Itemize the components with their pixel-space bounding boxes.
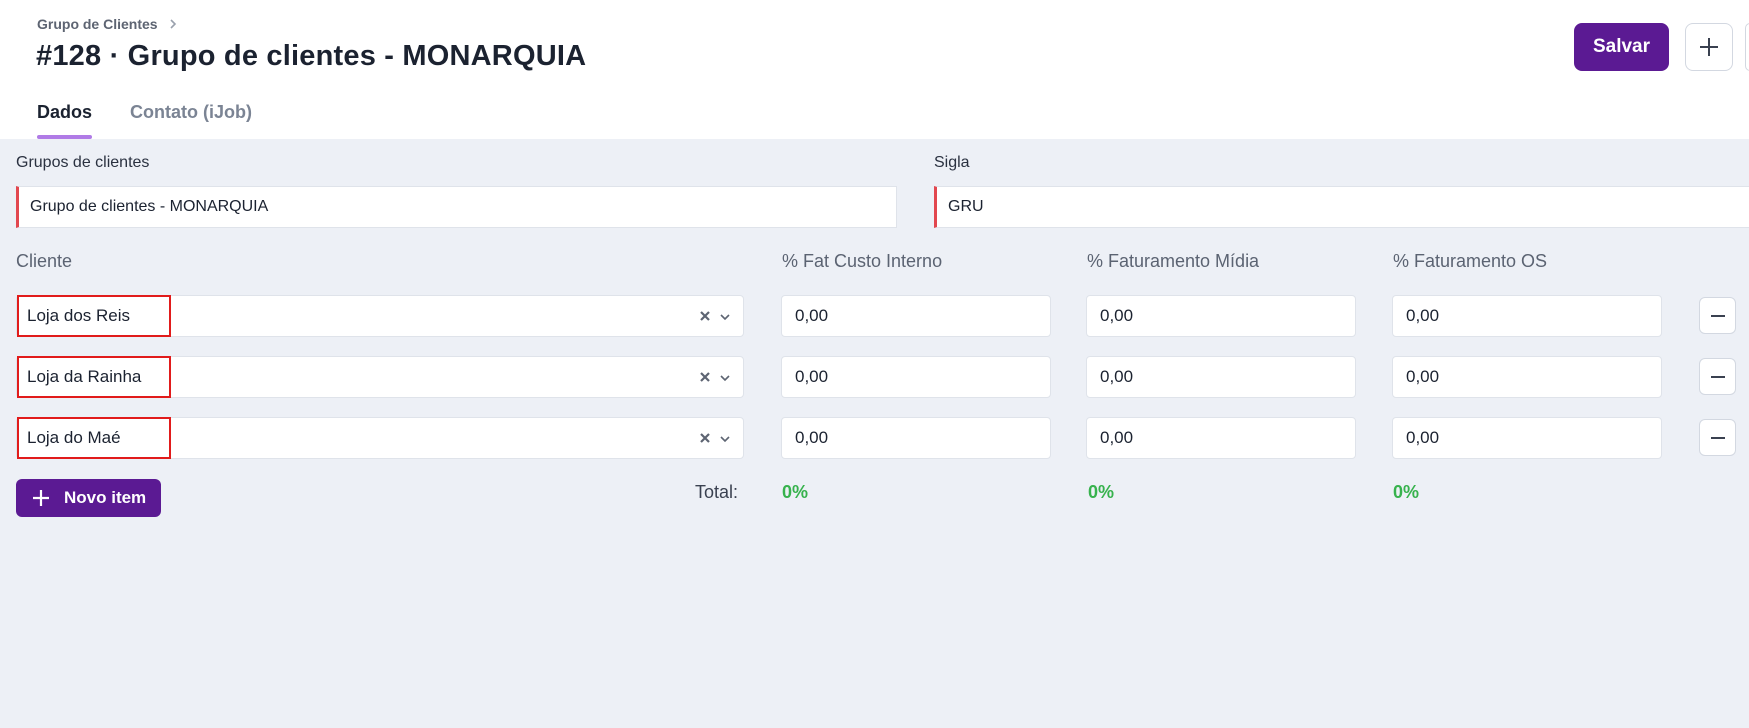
page-header: Grupo de Clientes #128 · Grupo de client…: [0, 0, 1749, 139]
custo-interno-input[interactable]: 0,00: [781, 295, 1051, 337]
custo-interno-input[interactable]: 0,00: [781, 356, 1051, 398]
remove-row-button[interactable]: [1699, 358, 1736, 395]
minus-icon: [1710, 436, 1725, 439]
page-title: #128 · Grupo de clientes - MONARQUIA: [36, 40, 587, 72]
more-button[interactable]: [1745, 23, 1749, 71]
cliente-select[interactable]: Loja dos Reis: [16, 295, 744, 337]
total-custo-interno: 0%: [782, 482, 809, 502]
close-icon[interactable]: [698, 309, 712, 323]
remove-row-button[interactable]: [1699, 297, 1736, 334]
chevron-down-icon[interactable]: [718, 371, 732, 385]
cliente-select-value: Loja da Rainha: [17, 356, 171, 398]
group-name-input[interactable]: Grupo de clientes - MONARQUIA: [16, 186, 897, 228]
close-icon[interactable]: [698, 431, 712, 445]
save-button[interactable]: Salvar: [1574, 23, 1669, 71]
faturamento-os-input[interactable]: 0,00: [1392, 356, 1662, 398]
total-label: Total:: [695, 482, 739, 502]
tab-bar: Dados Contato (iJob): [37, 102, 252, 139]
chevron-down-icon[interactable]: [718, 310, 732, 324]
close-icon[interactable]: [698, 370, 712, 384]
chevron-down-icon[interactable]: [718, 432, 732, 446]
chevron-right-icon: [170, 19, 176, 29]
plus-icon: [33, 490, 49, 506]
faturamento-midia-input[interactable]: 0,00: [1086, 417, 1356, 459]
group-name-label: Grupos de clientes: [16, 154, 150, 171]
total-faturamento-os: 0%: [1393, 482, 1420, 502]
plus-icon: [1700, 38, 1718, 56]
cliente-select[interactable]: Loja do Maé: [16, 417, 744, 459]
sigla-label: Sigla: [934, 154, 970, 171]
column-header-custo-interno: % Fat Custo Interno: [782, 251, 943, 271]
tab-contato-ijob[interactable]: Contato (iJob): [130, 102, 252, 139]
breadcrumb: Grupo de Clientes: [37, 16, 180, 32]
custo-interno-input[interactable]: 0,00: [781, 417, 1051, 459]
remove-row-button[interactable]: [1699, 419, 1736, 456]
cliente-select[interactable]: Loja da Rainha: [16, 356, 744, 398]
cliente-select-value: Loja dos Reis: [17, 295, 171, 337]
add-button[interactable]: [1685, 23, 1733, 71]
faturamento-os-input[interactable]: 0,00: [1392, 417, 1662, 459]
new-item-label: Novo item: [64, 488, 147, 507]
column-header-midia: % Faturamento Mídia: [1087, 251, 1260, 271]
minus-icon: [1710, 375, 1725, 378]
column-header-os: % Faturamento OS: [1393, 251, 1548, 271]
new-item-button[interactable]: Novo item: [16, 479, 161, 517]
faturamento-os-input[interactable]: 0,00: [1392, 295, 1662, 337]
column-header-cliente: Cliente: [16, 251, 73, 271]
tab-dados[interactable]: Dados: [37, 102, 93, 139]
faturamento-midia-input[interactable]: 0,00: [1086, 295, 1356, 337]
sigla-input[interactable]: GRU: [934, 186, 1749, 228]
minus-icon: [1710, 314, 1725, 317]
breadcrumb-link-grupo-de-clientes[interactable]: Grupo de Clientes: [37, 16, 158, 32]
total-faturamento-midia: 0%: [1088, 482, 1115, 502]
faturamento-midia-input[interactable]: 0,00: [1086, 356, 1356, 398]
cliente-select-value: Loja do Maé: [17, 417, 171, 459]
